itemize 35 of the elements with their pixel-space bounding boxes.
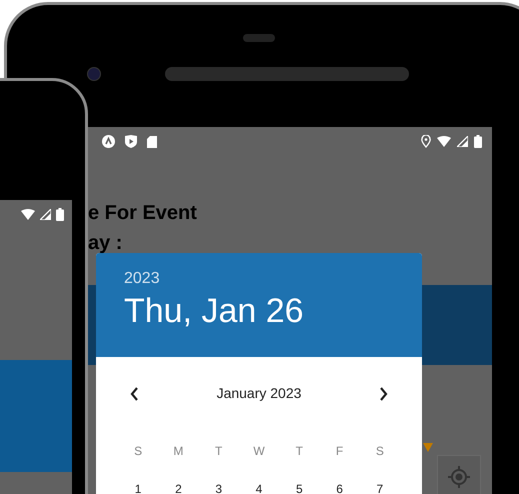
day-cell[interactable]: 3 xyxy=(198,482,239,494)
chevron-right-icon[interactable] xyxy=(379,386,388,400)
weekday-label: T xyxy=(214,443,224,460)
weekday-label: M xyxy=(172,443,184,460)
battery-icon xyxy=(474,135,482,148)
sd-card-icon xyxy=(147,136,157,148)
chevron-left-icon[interactable] xyxy=(130,386,139,400)
form-label: ay : xyxy=(88,231,124,256)
location-icon xyxy=(421,135,431,148)
year-label[interactable]: 2023 xyxy=(124,269,394,289)
weekday-label: S xyxy=(133,443,144,460)
weekday-label: S xyxy=(374,443,385,460)
weekday-label: F xyxy=(334,443,344,460)
wifi-icon xyxy=(437,136,451,147)
app-icon xyxy=(102,135,115,148)
day-cell[interactable]: 1 xyxy=(118,482,158,494)
front-camera xyxy=(87,67,101,81)
battery-icon xyxy=(56,208,64,221)
signal-icon xyxy=(457,136,468,147)
selected-date: Thu, Jan 26 xyxy=(124,291,305,332)
weekday-label: T xyxy=(294,443,304,460)
dropdown-triangle-icon xyxy=(423,443,433,452)
day-cell[interactable]: 5 xyxy=(279,482,320,494)
weekday-label: W xyxy=(252,443,266,460)
shield-play-icon xyxy=(125,135,137,148)
form-title: e For Event xyxy=(88,201,198,226)
signal-icon xyxy=(40,209,51,220)
crosshair-icon xyxy=(447,465,471,489)
wifi-icon xyxy=(21,209,35,220)
day-cell[interactable]: 6 xyxy=(319,482,360,494)
day-cell[interactable]: 7 xyxy=(360,482,400,494)
sensor-slot xyxy=(243,34,275,42)
day-cell[interactable]: 4 xyxy=(238,482,280,494)
day-cell[interactable]: 2 xyxy=(158,482,199,494)
month-label: January 2023 xyxy=(216,384,302,403)
